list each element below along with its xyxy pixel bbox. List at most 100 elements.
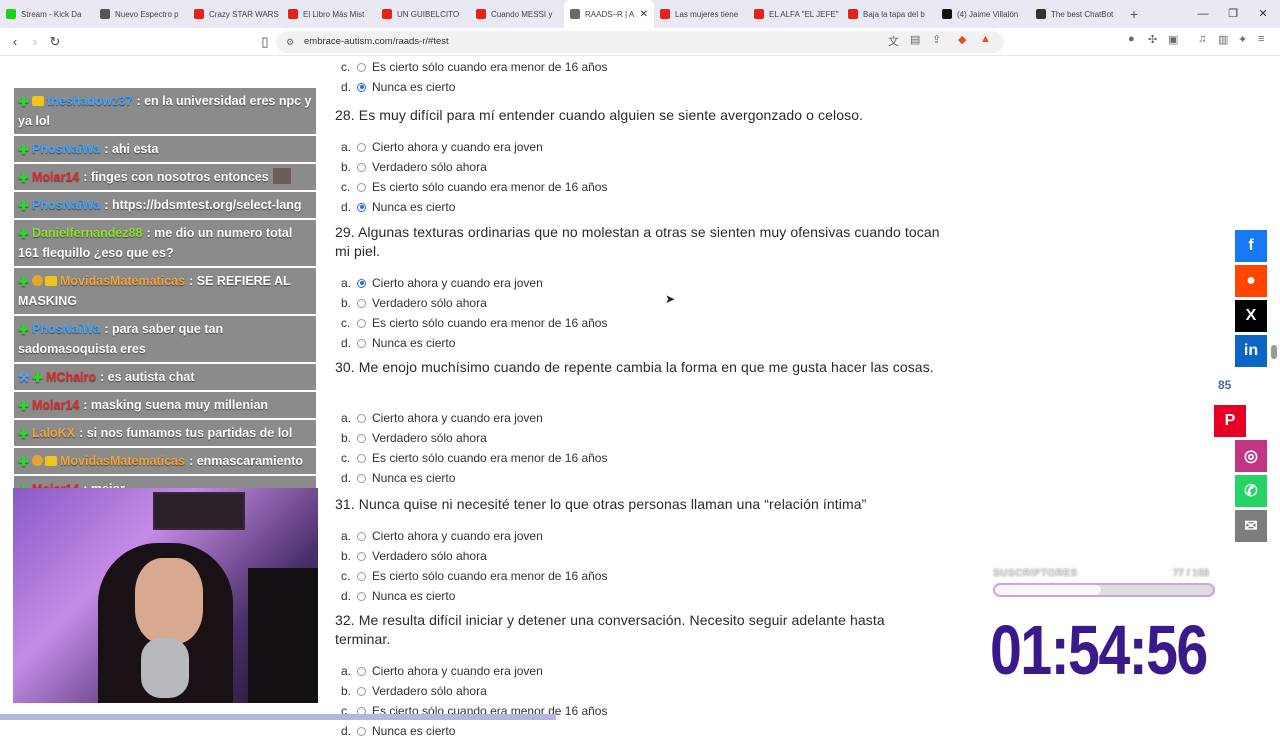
vertical-scrollbar[interactable] bbox=[1271, 345, 1277, 359]
browser-tab[interactable]: EL ALFA "EL JEFE" bbox=[748, 0, 842, 28]
answer-radio[interactable] bbox=[357, 591, 366, 601]
chat-username[interactable]: MovidasMatematicas bbox=[60, 274, 185, 288]
new-tab-icon[interactable]: + bbox=[1124, 6, 1144, 22]
sidebar-icon[interactable]: ▥ bbox=[1218, 33, 1228, 46]
browser-tab[interactable]: UN GUIBELCITO bbox=[376, 0, 470, 28]
linkedin-share-icon[interactable]: in bbox=[1235, 335, 1267, 367]
forward-icon[interactable]: › bbox=[26, 33, 44, 51]
bookmark-icon[interactable]: ▯ bbox=[256, 33, 274, 51]
browser-tab[interactable]: Las mujeres tiene bbox=[654, 0, 748, 28]
menu-icon[interactable]: ≡ bbox=[1258, 33, 1264, 45]
back-icon[interactable]: ‹ bbox=[6, 33, 24, 51]
chat-username[interactable]: LaloKX bbox=[32, 426, 75, 440]
answer-radio[interactable] bbox=[357, 182, 366, 192]
answer-radio[interactable] bbox=[357, 202, 366, 212]
email-share-icon[interactable]: ✉ bbox=[1235, 510, 1267, 542]
browser-tab[interactable]: Crazy STAR WARS bbox=[188, 0, 282, 28]
x-share-icon[interactable]: X bbox=[1235, 300, 1267, 332]
extension-icon[interactable]: ● bbox=[1128, 33, 1135, 45]
answer-radio[interactable] bbox=[357, 433, 366, 443]
answer-option[interactable]: c. Es cierto sólo cuando era menor de 16 … bbox=[341, 59, 607, 75]
reload-icon[interactable]: ↻ bbox=[46, 33, 64, 51]
puzzle-icon[interactable]: ✣ bbox=[1148, 33, 1157, 46]
pinterest-share-icon[interactable]: P bbox=[1214, 405, 1246, 437]
answer-option[interactable]: b. Verdadero sólo ahora bbox=[341, 159, 487, 175]
browser-tab[interactable]: The best ChatBot bbox=[1030, 0, 1124, 28]
answer-radio[interactable] bbox=[357, 453, 366, 463]
answer-option[interactable]: c. Es cierto sólo cuando era menor de 16 … bbox=[341, 315, 607, 331]
leo-icon[interactable]: ✦ bbox=[1238, 33, 1247, 46]
restore-icon[interactable]: ❐ bbox=[1218, 0, 1248, 28]
answer-radio[interactable] bbox=[357, 551, 366, 561]
answer-option[interactable]: d. Nunca es cierto bbox=[341, 723, 455, 739]
minimize-icon[interactable]: — bbox=[1188, 0, 1218, 28]
answer-radio[interactable] bbox=[357, 298, 366, 308]
answer-radio[interactable] bbox=[357, 338, 366, 348]
option-letter: b. bbox=[341, 296, 352, 310]
share-page-icon[interactable]: ⇪ bbox=[932, 33, 941, 46]
answer-option[interactable]: a. Cierto ahora y cuando era joven bbox=[341, 410, 543, 426]
answer-option[interactable]: d. Nunca es cierto bbox=[341, 199, 455, 215]
answer-option[interactable]: b. Verdadero sólo ahora bbox=[341, 430, 487, 446]
answer-radio[interactable] bbox=[357, 318, 366, 328]
answer-option[interactable]: c. Es cierto sólo cuando era menor de 16 … bbox=[341, 568, 607, 584]
browser-tab[interactable]: RAADS–R | A ✕ bbox=[564, 0, 654, 28]
answer-option[interactable]: c. Es cierto sólo cuando era menor de 16 … bbox=[341, 450, 607, 466]
browser-tab[interactable]: Stream - Kick Da bbox=[0, 0, 94, 28]
chat-username[interactable]: PhosNaiWa bbox=[32, 322, 100, 336]
answer-option[interactable]: a. Cierto ahora y cuando era joven bbox=[341, 275, 543, 291]
horizontal-scrollbar[interactable] bbox=[0, 714, 556, 720]
instagram-share-icon[interactable]: ◎ bbox=[1235, 440, 1267, 472]
answer-radio[interactable] bbox=[357, 686, 366, 696]
option-text: Verdadero sólo ahora bbox=[372, 160, 487, 174]
answer-option[interactable]: b. Verdadero sólo ahora bbox=[341, 548, 487, 564]
answer-radio[interactable] bbox=[357, 473, 366, 483]
reader-icon[interactable]: ▤ bbox=[910, 33, 920, 46]
browser-tab[interactable]: Cuando MESSI y bbox=[470, 0, 564, 28]
tab-search-icon[interactable]: ▣ bbox=[1168, 33, 1178, 46]
answer-option[interactable]: c. Es cierto sólo cuando era menor de 16 … bbox=[341, 179, 607, 195]
media-icon[interactable]: ♫ bbox=[1198, 33, 1206, 45]
answer-option[interactable]: d. Nunca es cierto bbox=[341, 79, 455, 95]
close-window-icon[interactable]: ✕ bbox=[1248, 0, 1278, 28]
chat-username[interactable]: Molar14 bbox=[32, 170, 79, 184]
answer-radio[interactable] bbox=[357, 531, 366, 541]
answer-radio[interactable] bbox=[357, 82, 366, 92]
answer-radio[interactable] bbox=[357, 413, 366, 423]
answer-option[interactable]: d. Nunca es cierto bbox=[341, 588, 455, 604]
browser-tab[interactable]: El Libro Más Mist bbox=[282, 0, 376, 28]
chat-username[interactable]: Danielfernandez88 bbox=[32, 226, 142, 240]
answer-option[interactable]: b. Verdadero sólo ahora bbox=[341, 683, 487, 699]
reddit-share-icon[interactable]: ● bbox=[1235, 265, 1267, 297]
answer-option[interactable]: d. Nunca es cierto bbox=[341, 470, 455, 486]
chat-username[interactable]: PhosNaiWa bbox=[32, 142, 100, 156]
browser-tab[interactable]: Nuevo Espectro p bbox=[94, 0, 188, 28]
translate-icon[interactable]: 文 bbox=[888, 33, 899, 49]
answer-radio[interactable] bbox=[357, 142, 366, 152]
chat-username[interactable]: MChairo bbox=[46, 370, 96, 384]
option-letter: c. bbox=[341, 180, 351, 194]
brave-shield-icon[interactable]: ◆ bbox=[958, 33, 966, 46]
chat-username[interactable]: theshadowz37 bbox=[47, 94, 132, 108]
answer-radio[interactable] bbox=[357, 571, 366, 581]
browser-tab[interactable]: (4) Jaime Villalón bbox=[936, 0, 1030, 28]
answer-radio[interactable] bbox=[357, 162, 366, 172]
answer-radio[interactable] bbox=[357, 726, 366, 736]
answer-radio[interactable] bbox=[357, 62, 366, 72]
chat-username[interactable]: MovidasMatematicas bbox=[60, 454, 185, 468]
answer-radio[interactable] bbox=[357, 278, 366, 288]
tab-close-icon[interactable]: ✕ bbox=[640, 9, 648, 20]
answer-option[interactable]: a. Cierto ahora y cuando era joven bbox=[341, 663, 543, 679]
site-info-icon[interactable]: ⚙ bbox=[286, 31, 294, 53]
answer-option[interactable]: a. Cierto ahora y cuando era joven bbox=[341, 528, 543, 544]
whatsapp-share-icon[interactable]: ✆ bbox=[1235, 475, 1267, 507]
browser-tab[interactable]: Baja la tapa del b bbox=[842, 0, 936, 28]
chat-username[interactable]: Molar14 bbox=[32, 398, 79, 412]
answer-option[interactable]: d. Nunca es cierto bbox=[341, 335, 455, 351]
answer-option[interactable]: a. Cierto ahora y cuando era joven bbox=[341, 139, 543, 155]
facebook-share-icon[interactable]: f bbox=[1235, 230, 1267, 262]
answer-radio[interactable] bbox=[357, 666, 366, 676]
chat-username[interactable]: PhosNaiWa bbox=[32, 198, 100, 212]
rewards-icon[interactable]: ▲ bbox=[980, 33, 991, 45]
answer-option[interactable]: b. Verdadero sólo ahora bbox=[341, 295, 487, 311]
